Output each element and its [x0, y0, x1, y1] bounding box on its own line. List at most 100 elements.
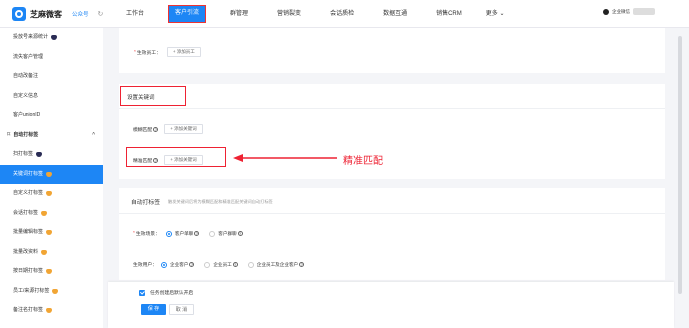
sidebar-item-label: 按日期打标签: [13, 268, 44, 274]
user-option-both[interactable]: 企业员工及企业客户?: [247, 261, 305, 268]
add-fuzzy-keyword-button[interactable]: + 添加关键词: [164, 124, 203, 134]
radio-unchecked-icon: [204, 261, 211, 268]
refresh-icon[interactable]: ↻: [98, 10, 104, 18]
scrollbar-thumb[interactable]: [678, 36, 682, 294]
radio-label: 企业客户: [170, 261, 189, 267]
sidebar-item-keyword-tag[interactable]: 关键词打标签: [0, 164, 103, 184]
sidebar-item-staff-source-tag[interactable]: 员工/来源打标签: [0, 282, 103, 302]
sidebar: 投放号来源统计 流失客户管理 自动改备注 自定义信息 客户unionID ⌑ 自动…: [0, 28, 103, 328]
nav-more-label: 更多: [485, 11, 498, 17]
sidebar-item-custom-info[interactable]: 自定义信息: [0, 87, 103, 107]
sidebar-item-batch-edit-tag[interactable]: 批量编辑标签: [0, 223, 103, 243]
sidebar-group-label: 自动打标签: [13, 131, 39, 138]
radio-checked-icon: [165, 230, 172, 237]
fuzzy-match-label: 模糊匹配: [133, 127, 153, 133]
scene-label: 生效场景：: [135, 232, 160, 237]
nav-session-inspection[interactable]: 会话质检: [325, 7, 359, 21]
nav-group-management[interactable]: 群管理: [225, 7, 253, 21]
nav-more[interactable]: 更多 ⌄: [486, 7, 505, 23]
sidebar-item-label: 自动改备注: [13, 73, 39, 79]
help-icon[interactable]: ?: [232, 262, 238, 267]
nav-sales-crm[interactable]: 销售CRM: [431, 7, 467, 21]
sidebar-item-label: 批量编辑标签: [13, 229, 44, 235]
sidebar-item-auto-remark[interactable]: 自动改备注: [0, 67, 103, 87]
user-option-customer[interactable]: 企业客户?: [161, 261, 195, 268]
user-menu[interactable]: 企业微信: [603, 8, 655, 15]
sidebar-item-unionid[interactable]: 客户unionID: [0, 106, 103, 126]
cancel-button[interactable]: 取 消: [169, 304, 194, 315]
sidebar-item-label: 批量改资料: [13, 248, 39, 255]
tag-icon: ⌑: [7, 131, 11, 138]
sidebar-item-date-tag[interactable]: 按日期打标签: [0, 262, 103, 282]
user-label: 生效用户：: [133, 263, 157, 268]
auto-tag-card: 自动打标签 触发关键词后将为模糊匹配和精准匹配关键词自动打标签 * 生效场景： …: [119, 188, 665, 280]
staff-row: * 生效员工： + 添加员工: [134, 47, 201, 57]
scene-option-group-chat[interactable]: 客户群聊?: [209, 230, 243, 237]
wecom-icon: [603, 8, 609, 15]
default-enable-row[interactable]: 任务创建后默认开启: [139, 289, 193, 296]
help-icon[interactable]: ?: [153, 157, 159, 163]
premium-diamond-icon: [46, 308, 53, 314]
radio-label: 客户单聊: [174, 230, 194, 236]
sidebar-item-label: 投放号来源统计: [13, 34, 49, 40]
user-option-staff[interactable]: 企业员工?: [204, 261, 238, 268]
radio-checked-icon: [161, 261, 167, 268]
sidebar-item-label: 备注名打标签: [13, 307, 44, 313]
logo-icon: [12, 7, 26, 21]
auto-tag-title: 自动打标签: [131, 200, 160, 206]
sidebar-item-scan-tag[interactable]: 扫打标签: [0, 145, 103, 165]
sidebar-item-label: 会话打标签: [13, 209, 39, 216]
sidebar-item-lost-customers[interactable]: 流失客户管理: [0, 48, 103, 68]
sidebar-item-custom-tag[interactable]: 自定义打标签: [0, 184, 103, 204]
nav-workbench[interactable]: 工作台: [121, 7, 149, 21]
vip-diamond-icon: [36, 152, 43, 158]
staff-card: * 生效员工： + 添加员工: [119, 28, 665, 73]
sidebar-item-channel-stats[interactable]: 投放号来源统计: [0, 28, 103, 48]
footer-bar: 任务创建后默认开启 保 存 取 消: [108, 282, 674, 328]
sidebar-item-remark-name-tag[interactable]: 备注名打标签: [0, 301, 103, 321]
sidebar-item-session-tag[interactable]: 会话打标签: [0, 204, 103, 224]
nav-marketing-fission[interactable]: 营销裂变: [272, 7, 306, 21]
logo[interactable]: 芝麻微客 公众号 ↻: [12, 7, 103, 21]
avatar: [633, 8, 655, 15]
sidebar-group-auto-tag[interactable]: ⌑ 自动打标签 ^: [0, 126, 103, 146]
premium-diamond-icon: [41, 249, 48, 255]
exact-match-row: 精准匹配? + 添加关键词: [133, 155, 203, 165]
sidebar-item-label: 自定义信息: [13, 92, 39, 99]
brand-name: 芝麻微客: [30, 9, 62, 19]
sidebar-item-label: 客户unionID: [13, 112, 41, 118]
nav-data-sync[interactable]: 数据互通: [378, 7, 412, 21]
add-staff-button[interactable]: + 添加员工: [166, 47, 201, 57]
premium-diamond-icon: [46, 230, 53, 236]
sidebar-item-label: 自定义打标签: [13, 190, 44, 196]
user-org-label: 企业微信: [612, 8, 630, 14]
help-icon[interactable]: ?: [153, 126, 159, 132]
exact-match-label: 精准匹配: [133, 158, 153, 164]
keywords-section-title: 设置关键词: [127, 95, 155, 101]
scene-option-single-chat[interactable]: 客户单聊?: [165, 230, 200, 237]
add-exact-keyword-button[interactable]: + 添加关键词: [164, 155, 203, 165]
save-button[interactable]: 保 存: [141, 304, 166, 315]
sidebar-item-batch-edit-profile[interactable]: 批量改资料: [0, 243, 103, 263]
default-enable-label: 任务创建后默认开启: [150, 291, 194, 296]
sidebar-item-label: 员工/来源打标签: [13, 287, 50, 294]
help-icon[interactable]: ?: [299, 262, 305, 267]
nav-customer-acquisition[interactable]: 客户引流: [168, 5, 207, 23]
official-account-link[interactable]: 公众号: [72, 10, 89, 18]
help-icon[interactable]: ?: [189, 262, 195, 267]
radio-label: 企业员工及企业客户: [256, 261, 299, 267]
annotation-label: 精准匹配: [343, 156, 383, 167]
vip-diamond-icon: [51, 35, 58, 41]
premium-diamond-icon: [46, 269, 53, 275]
help-icon[interactable]: ?: [237, 231, 243, 236]
auto-tag-description: 触发关键词后将为模糊匹配和精准匹配关键词自动打标签: [168, 198, 273, 204]
fuzzy-match-row: 模糊匹配? + 添加关键词: [133, 124, 203, 134]
keywords-card: 设置关键词 模糊匹配? + 添加关键词 精准匹配? + 添加关键词: [119, 84, 665, 179]
radio-label: 客户群聊: [218, 230, 237, 236]
sidebar-item-label: 流失客户管理: [13, 53, 44, 60]
checkbox-checked-icon[interactable]: [139, 289, 145, 296]
scene-row: * 生效场景： 客户单聊? 客户群聊?: [133, 230, 253, 237]
main-nav: 工作台 客户引流 群管理 营销裂变 会话质检 数据互通 销售CRM 更多 ⌄: [121, 5, 505, 23]
staff-label: 生效员工：: [136, 50, 161, 56]
help-icon[interactable]: ?: [194, 231, 200, 236]
